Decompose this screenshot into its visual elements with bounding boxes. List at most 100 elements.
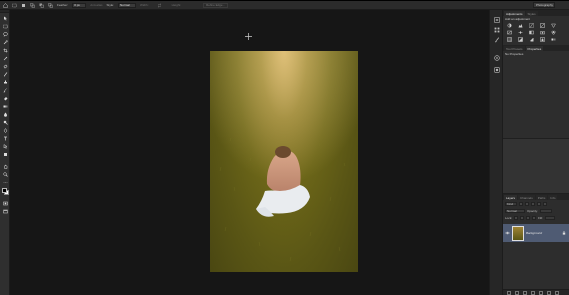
history-icon[interactable]: [493, 16, 500, 23]
new-selection-icon[interactable]: [21, 3, 26, 8]
tab-adjustments[interactable]: Adjustments: [504, 11, 525, 16]
lasso-tool-icon[interactable]: [2, 31, 8, 37]
lock-pixels-icon[interactable]: [520, 215, 525, 220]
zoom-tool-icon[interactable]: [2, 171, 8, 177]
tab-channels[interactable]: Channels: [518, 195, 535, 200]
quick-mask-icon[interactable]: [2, 200, 8, 206]
filter-adjustment-icon[interactable]: [525, 201, 529, 206]
vibrance-icon[interactable]: [550, 23, 557, 28]
home-icon[interactable]: [3, 2, 8, 8]
intersect-selection-icon[interactable]: [48, 2, 53, 8]
lock-transparent-icon[interactable]: [514, 215, 519, 220]
style-label: Style:: [106, 3, 115, 7]
paragraph-panel-icon[interactable]: [493, 66, 500, 73]
fill-label: Fill:: [538, 215, 543, 220]
brightness-contrast-icon[interactable]: [506, 23, 513, 28]
photo-filter-icon[interactable]: [539, 30, 546, 35]
gradient-map-icon[interactable]: [550, 37, 557, 42]
rectangular-marquee-tool-icon[interactable]: [2, 23, 8, 29]
invert-icon[interactable]: [517, 37, 524, 42]
curves-icon[interactable]: [528, 23, 535, 28]
filter-shape-icon[interactable]: [537, 201, 541, 206]
canvas-area[interactable]: [10, 10, 489, 295]
exposure-icon[interactable]: [539, 23, 546, 28]
channel-mixer-icon[interactable]: [550, 30, 557, 35]
swatches-icon[interactable]: [493, 26, 500, 33]
tab-info[interactable]: Info: [548, 195, 558, 200]
add-mask-icon[interactable]: [523, 290, 527, 295]
filter-type-icon[interactable]: [531, 201, 535, 206]
clone-stamp-tool-icon[interactable]: [2, 79, 8, 85]
opacity-label: Opacity:: [527, 208, 539, 213]
foreground-color-swatch[interactable]: [2, 188, 7, 193]
quick-selection-tool-icon[interactable]: [2, 39, 8, 45]
posterize-icon[interactable]: [528, 37, 535, 42]
lock-position-icon[interactable]: [526, 215, 531, 220]
lock-all-icon[interactable]: [532, 215, 537, 220]
link-layers-icon[interactable]: [507, 290, 511, 295]
workspace-select[interactable]: Photography: [533, 2, 555, 8]
photoshop-window: Feather: 0 px Anti-alias Style: Normal W…: [0, 0, 569, 295]
screen-mode-icon[interactable]: [2, 208, 8, 214]
spot-healing-brush-tool-icon[interactable]: [2, 63, 8, 69]
blur-tool-icon[interactable]: [2, 111, 8, 117]
empty-panel-area: [503, 138, 569, 194]
gradient-tool-icon[interactable]: [2, 103, 8, 109]
tab-paths[interactable]: Paths: [535, 195, 548, 200]
move-tool-icon[interactable]: [2, 15, 8, 21]
color-balance-icon[interactable]: [517, 30, 524, 35]
style-select[interactable]: Normal: [118, 2, 137, 8]
marquee-tool-preset-icon[interactable]: [12, 3, 17, 8]
black-white-icon[interactable]: [528, 30, 535, 35]
dodge-tool-icon[interactable]: [2, 119, 8, 125]
tab-styles[interactable]: Styles: [525, 11, 538, 16]
refine-edge-button[interactable]: Refine Edge...: [203, 2, 229, 8]
document-image[interactable]: [210, 51, 358, 272]
anti-alias-checkbox[interactable]: Anti-alias: [90, 3, 102, 7]
blend-mode-select[interactable]: Normal: [505, 208, 525, 213]
new-layer-icon[interactable]: [547, 290, 551, 295]
crosshair-cursor-icon: [245, 33, 252, 40]
filter-smart-object-icon[interactable]: [543, 201, 547, 206]
new-group-icon[interactable]: [539, 290, 543, 295]
delete-layer-icon[interactable]: [555, 290, 559, 295]
eyedropper-tool-icon[interactable]: [2, 55, 8, 61]
tab-layers[interactable]: Layers: [504, 195, 518, 200]
path-selection-tool-icon[interactable]: [2, 143, 8, 149]
levels-icon[interactable]: [517, 23, 524, 28]
shape-tool-icon[interactable]: [2, 151, 8, 157]
brush-tool-icon[interactable]: [2, 71, 8, 77]
swap-dimensions-icon[interactable]: [157, 2, 162, 8]
height-label: Height:: [171, 3, 182, 7]
new-adjustment-layer-icon[interactable]: [531, 290, 535, 295]
eraser-tool-icon[interactable]: [2, 95, 8, 101]
layer-style-icon[interactable]: [515, 290, 519, 295]
layer-filter-kind[interactable]: Kind: [505, 201, 517, 206]
fill-input[interactable]: [544, 215, 555, 220]
threshold-icon[interactable]: [539, 37, 546, 42]
layer-name[interactable]: Background: [526, 231, 559, 235]
add-to-selection-icon[interactable]: [30, 2, 35, 8]
filter-pixel-icon[interactable]: [519, 201, 523, 206]
character-panel-icon[interactable]: [493, 54, 500, 61]
layer-lock-icon: [561, 231, 566, 236]
tab-tool-presets[interactable]: Tool Presets: [504, 46, 525, 51]
layers-options: Kind Normal Opacity: Lock: Fill:: [503, 200, 569, 221]
crop-tool-icon[interactable]: [2, 47, 8, 53]
visibility-eye-icon[interactable]: [505, 231, 510, 236]
hue-saturation-icon[interactable]: [506, 30, 513, 35]
type-tool-icon[interactable]: [2, 135, 8, 141]
tab-properties[interactable]: Properties: [525, 46, 544, 51]
hand-tool-icon[interactable]: [2, 163, 8, 169]
layer-row-background[interactable]: Background: [503, 224, 569, 242]
history-brush-tool-icon[interactable]: [2, 87, 8, 93]
pen-tool-icon[interactable]: [2, 127, 8, 133]
more-tools-icon[interactable]: [2, 179, 8, 185]
toolbar-grip[interactable]: [0, 10, 9, 13]
feather-label: Feather:: [57, 3, 69, 7]
color-lookup-icon[interactable]: [506, 37, 513, 42]
opacity-input[interactable]: [540, 208, 553, 213]
brush-presets-icon[interactable]: [493, 36, 500, 43]
feather-input[interactable]: 0 px: [72, 2, 87, 8]
subtract-selection-icon[interactable]: [39, 3, 44, 8]
